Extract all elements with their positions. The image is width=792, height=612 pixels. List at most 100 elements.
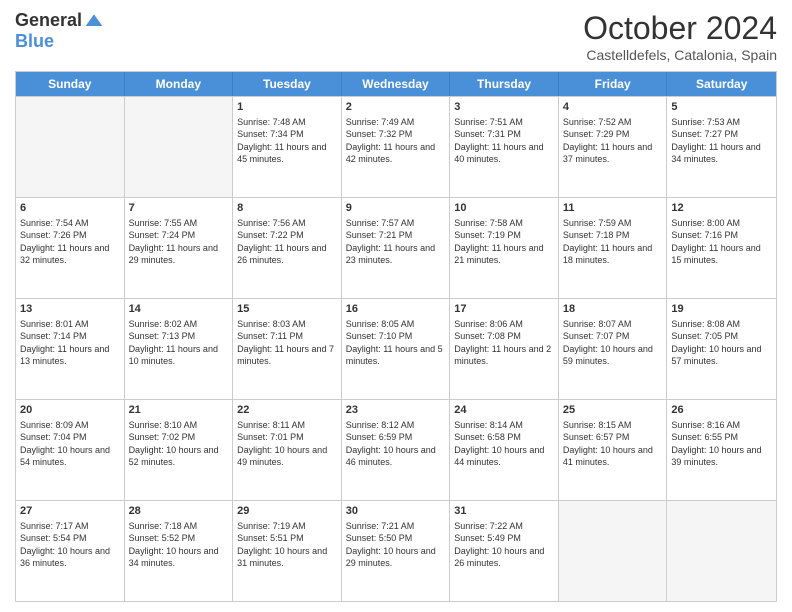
calendar-body: 1Sunrise: 7:48 AM Sunset: 7:34 PM Daylig… — [16, 96, 776, 601]
calendar-week-1: 1Sunrise: 7:48 AM Sunset: 7:34 PM Daylig… — [16, 96, 776, 197]
header: General Blue October 2024 Castelldefels,… — [15, 10, 777, 63]
cell-detail: Sunrise: 7:55 AM Sunset: 7:24 PM Dayligh… — [129, 217, 229, 266]
cell-detail: Sunrise: 7:18 AM Sunset: 5:52 PM Dayligh… — [129, 520, 229, 569]
logo-text: General — [15, 10, 104, 31]
cell-detail: Sunrise: 7:21 AM Sunset: 5:50 PM Dayligh… — [346, 520, 446, 569]
calendar-week-5: 27 Sunrise: 7:17 AM Sunset: 5:54 PM Dayli… — [16, 500, 776, 601]
day-number: 14 — [129, 302, 229, 316]
day-number: 19 — [671, 302, 772, 316]
calendar-week-2: 6Sunrise: 7:54 AM Sunset: 7:26 PM Daylig… — [16, 197, 776, 298]
calendar-cell: 10 Sunrise: 7:58 AM Sunset: 7:19 PM Dayli… — [450, 198, 559, 298]
calendar-cell: 28 Sunrise: 7:18 AM Sunset: 5:52 PM Dayli… — [125, 501, 234, 601]
calendar-cell: 30 Sunrise: 7:21 AM Sunset: 5:50 PM Dayli… — [342, 501, 451, 601]
cell-detail: Sunrise: 8:12 AM Sunset: 6:59 PM Dayligh… — [346, 419, 446, 468]
month-title: October 2024 — [583, 10, 777, 47]
cell-detail: Sunrise: 7:51 AM Sunset: 7:31 PM Dayligh… — [454, 116, 554, 165]
calendar-cell — [125, 97, 234, 197]
day-number: 24 — [454, 403, 554, 417]
day-number: 30 — [346, 504, 446, 518]
day-number: 17 — [454, 302, 554, 316]
day-number: 20 — [20, 403, 120, 417]
day-number: 8 — [237, 201, 337, 215]
calendar-week-3: 13 Sunrise: 8:01 AM Sunset: 7:14 PM Dayli… — [16, 298, 776, 399]
calendar-cell: 7 Sunrise: 7:55 AM Sunset: 7:24 PM Daylig… — [125, 198, 234, 298]
calendar-cell: 23 Sunrise: 8:12 AM Sunset: 6:59 PM Dayli… — [342, 400, 451, 500]
calendar-cell: 8 Sunrise: 7:56 AM Sunset: 7:22 PM Daylig… — [233, 198, 342, 298]
calendar-cell: 1Sunrise: 7:48 AM Sunset: 7:34 PM Daylig… — [233, 97, 342, 197]
cell-detail: Sunrise: 7:52 AM Sunset: 7:29 PM Dayligh… — [563, 116, 663, 165]
day-header-monday: Monday — [125, 72, 234, 96]
logo-general-text: General — [15, 10, 82, 31]
day-header-sunday: Sunday — [16, 72, 125, 96]
calendar-cell — [667, 501, 776, 601]
day-number: 2 — [346, 100, 446, 114]
cell-detail: Sunrise: 8:11 AM Sunset: 7:01 PM Dayligh… — [237, 419, 337, 468]
location: Castelldefels, Catalonia, Spain — [583, 47, 777, 63]
cell-detail: Sunrise: 8:14 AM Sunset: 6:58 PM Dayligh… — [454, 419, 554, 468]
calendar-cell: 3Sunrise: 7:51 AM Sunset: 7:31 PM Daylig… — [450, 97, 559, 197]
cell-detail: Sunrise: 8:06 AM Sunset: 7:08 PM Dayligh… — [454, 318, 554, 367]
cell-detail: Sunrise: 7:56 AM Sunset: 7:22 PM Dayligh… — [237, 217, 337, 266]
day-number: 15 — [237, 302, 337, 316]
cell-detail: Sunrise: 7:59 AM Sunset: 7:18 PM Dayligh… — [563, 217, 663, 266]
day-header-thursday: Thursday — [450, 72, 559, 96]
day-number: 9 — [346, 201, 446, 215]
day-number: 25 — [563, 403, 663, 417]
calendar-cell: 25Sunrise: 8:15 AM Sunset: 6:57 PM Dayli… — [559, 400, 668, 500]
calendar-cell: 5Sunrise: 7:53 AM Sunset: 7:27 PM Daylig… — [667, 97, 776, 197]
day-number: 11 — [563, 201, 663, 215]
cell-detail: Sunrise: 8:09 AM Sunset: 7:04 PM Dayligh… — [20, 419, 120, 468]
day-number: 26 — [671, 403, 772, 417]
day-number: 13 — [20, 302, 120, 316]
page: General Blue October 2024 Castelldefels,… — [0, 0, 792, 612]
cell-detail: Sunrise: 8:10 AM Sunset: 7:02 PM Dayligh… — [129, 419, 229, 468]
day-number: 31 — [454, 504, 554, 518]
cell-detail: Sunrise: 8:02 AM Sunset: 7:13 PM Dayligh… — [129, 318, 229, 367]
day-number: 16 — [346, 302, 446, 316]
calendar-cell: 13 Sunrise: 8:01 AM Sunset: 7:14 PM Dayli… — [16, 299, 125, 399]
calendar-cell: 24 Sunrise: 8:14 AM Sunset: 6:58 PM Dayli… — [450, 400, 559, 500]
calendar-cell: 11 Sunrise: 7:59 AM Sunset: 7:18 PM Dayli… — [559, 198, 668, 298]
logo: General Blue — [15, 10, 104, 52]
day-number: 27 — [20, 504, 120, 518]
calendar-week-4: 20 Sunrise: 8:09 AM Sunset: 7:04 PM Dayli… — [16, 399, 776, 500]
day-number: 5 — [671, 100, 772, 114]
cell-detail: Sunrise: 8:01 AM Sunset: 7:14 PM Dayligh… — [20, 318, 120, 367]
day-number: 28 — [129, 504, 229, 518]
day-number: 23 — [346, 403, 446, 417]
cell-detail: Sunrise: 8:03 AM Sunset: 7:11 PM Dayligh… — [237, 318, 337, 367]
calendar-cell — [559, 501, 668, 601]
calendar-cell: 9 Sunrise: 7:57 AM Sunset: 7:21 PM Daylig… — [342, 198, 451, 298]
cell-detail: Sunrise: 8:07 AM Sunset: 7:07 PM Dayligh… — [563, 318, 663, 367]
day-header-wednesday: Wednesday — [342, 72, 451, 96]
cell-detail: Sunrise: 8:08 AM Sunset: 7:05 PM Dayligh… — [671, 318, 772, 367]
calendar-cell: 16 Sunrise: 8:05 AM Sunset: 7:10 PM Dayli… — [342, 299, 451, 399]
day-number: 10 — [454, 201, 554, 215]
day-number: 12 — [671, 201, 772, 215]
cell-detail: Sunrise: 7:58 AM Sunset: 7:19 PM Dayligh… — [454, 217, 554, 266]
cell-detail: Sunrise: 7:22 AM Sunset: 5:49 PM Dayligh… — [454, 520, 554, 569]
cell-detail: Sunrise: 8:16 AM Sunset: 6:55 PM Dayligh… — [671, 419, 772, 468]
calendar-cell: 17 Sunrise: 8:06 AM Sunset: 7:08 PM Dayli… — [450, 299, 559, 399]
cell-detail: Sunrise: 7:19 AM Sunset: 5:51 PM Dayligh… — [237, 520, 337, 569]
calendar-cell: 19 Sunrise: 8:08 AM Sunset: 7:05 PM Dayli… — [667, 299, 776, 399]
calendar-header: SundayMondayTuesdayWednesdayThursdayFrid… — [16, 72, 776, 96]
logo-blue-text: Blue — [15, 31, 54, 51]
calendar-cell: 27 Sunrise: 7:17 AM Sunset: 5:54 PM Dayli… — [16, 501, 125, 601]
cell-detail: Sunrise: 7:57 AM Sunset: 7:21 PM Dayligh… — [346, 217, 446, 266]
day-header-saturday: Saturday — [667, 72, 776, 96]
day-number: 29 — [237, 504, 337, 518]
cell-detail: Sunrise: 7:17 AM Sunset: 5:54 PM Dayligh… — [20, 520, 120, 569]
day-number: 7 — [129, 201, 229, 215]
day-number: 18 — [563, 302, 663, 316]
calendar-cell: 18 Sunrise: 8:07 AM Sunset: 7:07 PM Dayli… — [559, 299, 668, 399]
logo-icon — [84, 11, 104, 31]
cell-detail: Sunrise: 8:05 AM Sunset: 7:10 PM Dayligh… — [346, 318, 446, 367]
cell-detail: Sunrise: 7:54 AM Sunset: 7:26 PM Dayligh… — [20, 217, 120, 266]
calendar-cell: 21 Sunrise: 8:10 AM Sunset: 7:02 PM Dayli… — [125, 400, 234, 500]
calendar-cell: 31 Sunrise: 7:22 AM Sunset: 5:49 PM Dayli… — [450, 501, 559, 601]
calendar-cell: 6Sunrise: 7:54 AM Sunset: 7:26 PM Daylig… — [16, 198, 125, 298]
calendar-cell: 4Sunrise: 7:52 AM Sunset: 7:29 PM Daylig… — [559, 97, 668, 197]
cell-detail: Sunrise: 8:00 AM Sunset: 7:16 PM Dayligh… — [671, 217, 772, 266]
day-number: 21 — [129, 403, 229, 417]
